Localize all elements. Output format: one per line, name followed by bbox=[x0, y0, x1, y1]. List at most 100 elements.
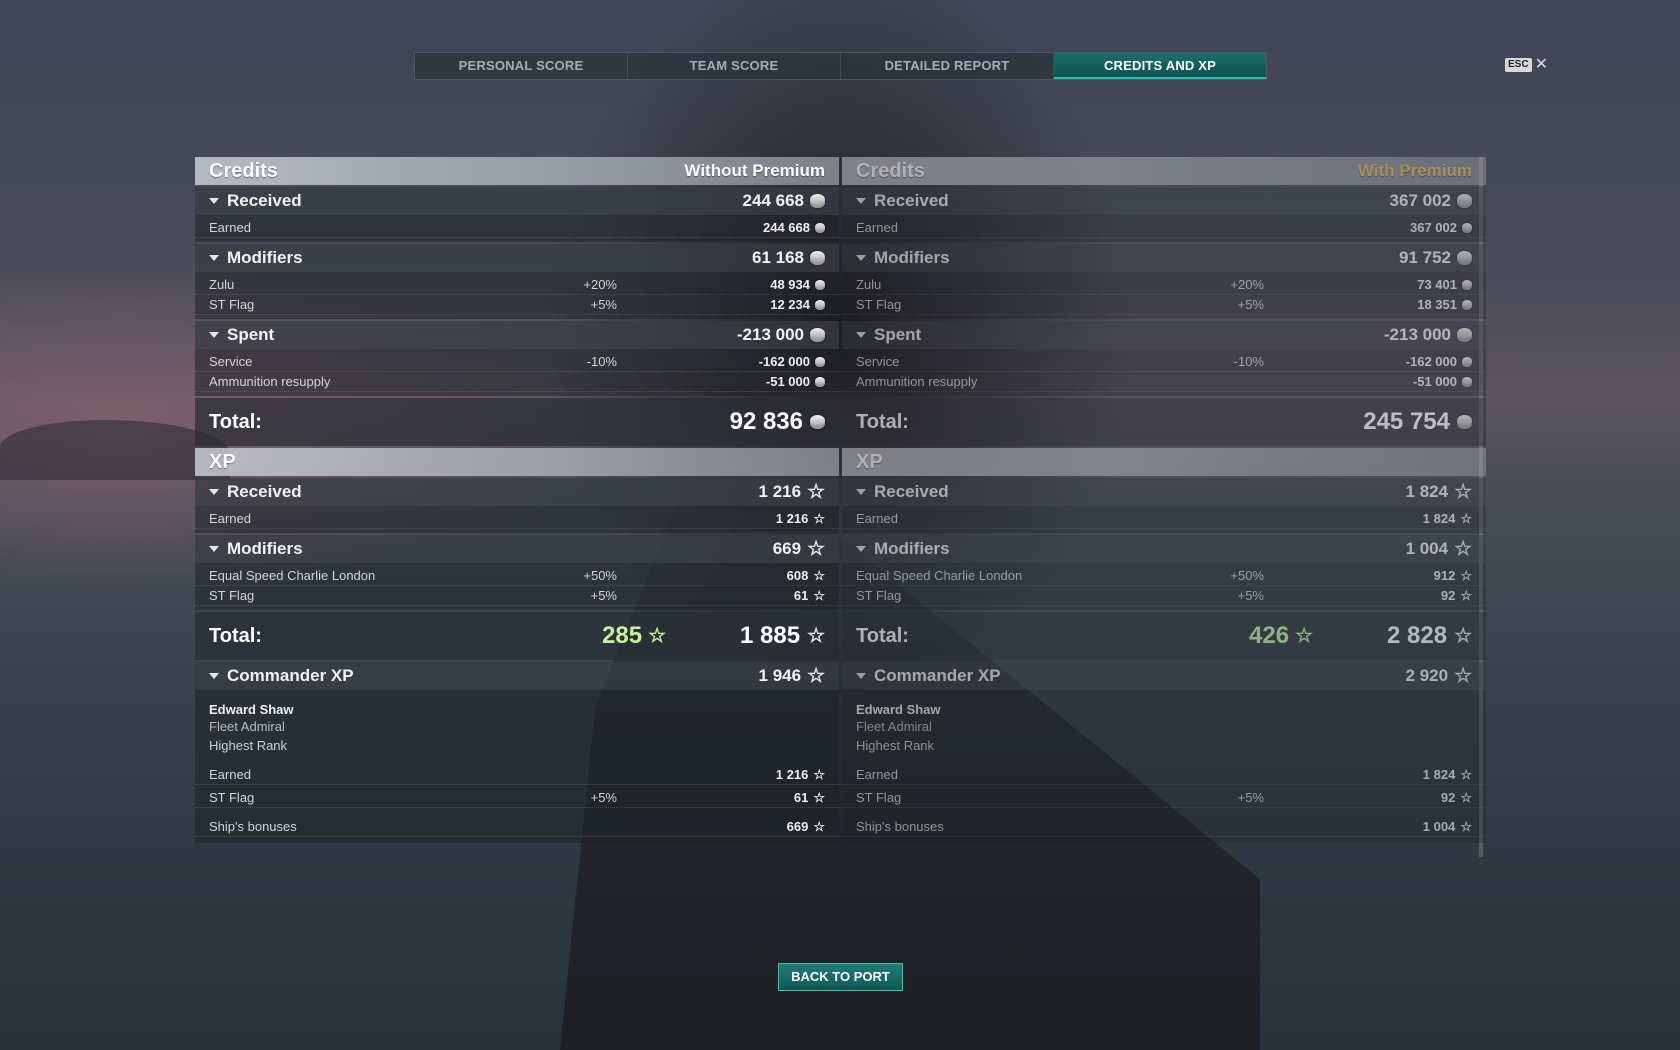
xp-received-header[interactable]: Received 1 216 ☆ bbox=[195, 478, 839, 506]
row-value: 1 824 bbox=[1422, 767, 1456, 782]
total-value: 92 836 bbox=[729, 408, 803, 435]
table-row: Equal Speed Charlie London +50% 608 ☆ bbox=[195, 566, 839, 586]
credits-coin-icon bbox=[815, 299, 825, 310]
commander-xp-header[interactable]: Commander XP 1 946 ☆ bbox=[195, 662, 839, 690]
credits-total: Total: 92 836 bbox=[195, 398, 839, 446]
group-label: Received bbox=[227, 482, 302, 501]
commander-rank: Fleet Admiral bbox=[209, 719, 285, 734]
table-row: ST Flag +5% 92 ☆ bbox=[842, 788, 1486, 808]
credits-header: Credits Without Premium bbox=[195, 157, 839, 185]
free-xp: 426 ☆ bbox=[1249, 622, 1313, 650]
table-row: ST Flag +5% 61 ☆ bbox=[195, 788, 839, 808]
table-row: Service -10% -162 000 bbox=[842, 352, 1486, 372]
group-value: 669 bbox=[772, 539, 802, 558]
row-value: 18 351 bbox=[1417, 297, 1457, 312]
credits-spent-header[interactable]: Spent -213 000 bbox=[842, 321, 1486, 349]
tab-credits-and-xp[interactable]: CREDITS AND XP bbox=[1054, 53, 1266, 79]
credits-modifiers-header[interactable]: Modifiers 61 168 bbox=[195, 244, 839, 272]
collapse-arrow-icon[interactable] bbox=[209, 332, 219, 338]
xp-star-icon: ☆ bbox=[1454, 538, 1472, 560]
commander-name: Edward Shaw bbox=[209, 702, 294, 717]
group-value: 1 824 bbox=[1405, 482, 1449, 501]
collapse-arrow-icon[interactable] bbox=[856, 673, 866, 679]
premium-label: With Premium bbox=[1357, 161, 1472, 180]
collapse-arrow-icon[interactable] bbox=[856, 546, 866, 552]
row-percent: +5% bbox=[1237, 790, 1264, 805]
close-icon[interactable]: ✕ bbox=[1535, 57, 1548, 73]
collapse-arrow-icon[interactable] bbox=[209, 198, 219, 204]
credits-coin-icon bbox=[1457, 251, 1472, 265]
free-xp-star-icon: ☆ bbox=[1295, 625, 1313, 647]
xp-star-icon: ☆ bbox=[807, 665, 825, 687]
group-label: Received bbox=[874, 191, 949, 210]
table-row: Earned 1 824 ☆ bbox=[842, 765, 1486, 785]
xp-star-icon: ☆ bbox=[813, 766, 825, 782]
table-row: Zulu +20% 48 934 bbox=[195, 275, 839, 295]
row-value: 1 824 bbox=[1422, 511, 1456, 526]
table-row: Equal Speed Charlie London +50% 912 ☆ bbox=[842, 566, 1486, 586]
collapse-arrow-icon[interactable] bbox=[856, 489, 866, 495]
group-value: 2 920 bbox=[1405, 666, 1449, 685]
total-label: Total: bbox=[856, 624, 909, 647]
credits-modifiers-header[interactable]: Modifiers 91 752 bbox=[842, 244, 1486, 272]
row-value: -51 000 bbox=[1412, 374, 1457, 389]
table-row: Earned 1 216 ☆ bbox=[195, 509, 839, 529]
tab-personal-score[interactable]: PERSONAL SCORE bbox=[415, 53, 628, 79]
back-to-port-button[interactable]: BACK TO PORT bbox=[778, 963, 903, 991]
group-label: Spent bbox=[874, 325, 922, 344]
table-row: ST Flag +5% 18 351 bbox=[842, 295, 1486, 315]
collapse-arrow-icon[interactable] bbox=[209, 255, 219, 261]
credits-title: Credits bbox=[209, 159, 278, 182]
xp-star-icon: ☆ bbox=[1460, 766, 1472, 782]
row-label: Earned bbox=[209, 767, 251, 782]
row-percent: +5% bbox=[1237, 297, 1264, 312]
row-label: ST Flag bbox=[856, 790, 902, 805]
credits-spent-header[interactable]: Spent -213 000 bbox=[195, 321, 839, 349]
commander-rank: Fleet Admiral bbox=[856, 719, 932, 734]
commander-xp-header[interactable]: Commander XP 2 920 ☆ bbox=[842, 662, 1486, 690]
tab-detailed-report[interactable]: DETAILED REPORT bbox=[841, 53, 1054, 79]
commander-details: Edward Shaw Fleet Admiral Highest Rank E… bbox=[842, 690, 1486, 843]
row-percent: +5% bbox=[1237, 588, 1264, 603]
tab-team-score[interactable]: TEAM SCORE bbox=[628, 53, 841, 79]
close-button[interactable]: ESC ✕ bbox=[1505, 57, 1548, 73]
collapse-arrow-icon[interactable] bbox=[209, 489, 219, 495]
collapse-arrow-icon[interactable] bbox=[856, 255, 866, 261]
xp-star-icon: ☆ bbox=[813, 789, 825, 805]
collapse-arrow-icon[interactable] bbox=[209, 546, 219, 552]
xp-star-icon: ☆ bbox=[1454, 625, 1472, 647]
credits-modifier-rows: Zulu +20% 73 401 ST Flag +5% 18 351 bbox=[842, 272, 1486, 319]
credits-title: Credits bbox=[856, 159, 925, 182]
credits-coin-icon bbox=[1457, 328, 1472, 342]
table-row: Ammunition resupply -51 000 bbox=[195, 372, 839, 392]
xp-star-icon: ☆ bbox=[1460, 789, 1472, 805]
row-percent: +5% bbox=[590, 588, 617, 603]
row-value: 244 668 bbox=[763, 220, 810, 235]
row-percent: -10% bbox=[586, 354, 617, 369]
credits-coin-icon bbox=[815, 356, 825, 367]
xp-received-header[interactable]: Received 1 824 ☆ bbox=[842, 478, 1486, 506]
collapse-arrow-icon[interactable] bbox=[209, 673, 219, 679]
row-label: Ammunition resupply bbox=[856, 374, 978, 389]
table-row: ST Flag +5% 61 ☆ bbox=[195, 586, 839, 606]
group-label: Modifiers bbox=[874, 248, 950, 267]
row-percent: +50% bbox=[1230, 568, 1264, 583]
row-label: Service bbox=[209, 354, 253, 369]
credits-coin-icon bbox=[1462, 222, 1472, 233]
credits-received-header[interactable]: Received 367 002 bbox=[842, 187, 1486, 215]
xp-modifiers-header[interactable]: Modifiers 1 004 ☆ bbox=[842, 535, 1486, 563]
row-value: 669 bbox=[786, 819, 809, 834]
commander-details: Edward Shaw Fleet Admiral Highest Rank E… bbox=[195, 690, 839, 843]
credits-modifier-rows: Zulu +20% 48 934 ST Flag +5% 12 234 bbox=[195, 272, 839, 319]
collapse-arrow-icon[interactable] bbox=[856, 332, 866, 338]
table-row: Ship's bonuses 1 004 ☆ bbox=[842, 817, 1486, 837]
row-label: Zulu bbox=[856, 277, 882, 292]
xp-modifiers-header[interactable]: Modifiers 669 ☆ bbox=[195, 535, 839, 563]
row-value: 1 004 bbox=[1422, 819, 1456, 834]
group-label: Modifiers bbox=[227, 248, 303, 267]
row-value: 92 bbox=[1440, 790, 1456, 805]
credits-received-header[interactable]: Received 244 668 bbox=[195, 187, 839, 215]
table-row: Earned 1 824 ☆ bbox=[842, 509, 1486, 529]
collapse-arrow-icon[interactable] bbox=[856, 198, 866, 204]
credits-total: Total: 245 754 bbox=[842, 398, 1486, 446]
